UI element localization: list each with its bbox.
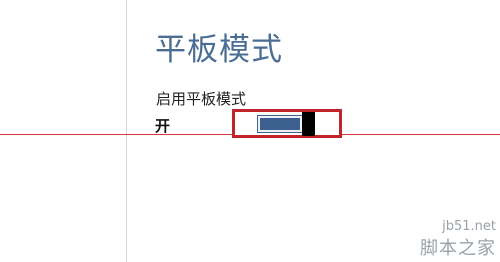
watermark: jb51.net 脚本之家 <box>420 219 496 260</box>
page-title: 平板模式 <box>155 32 283 68</box>
pane-divider <box>126 0 127 262</box>
toggle-fill <box>260 118 300 130</box>
toggle-thumb[interactable] <box>302 112 315 136</box>
watermark-name: 脚本之家 <box>420 238 496 259</box>
tablet-mode-label: 启用平板模式 <box>156 90 247 108</box>
watermark-url: jb51.net <box>442 219 496 234</box>
toggle-state-label: 开 <box>155 117 171 135</box>
